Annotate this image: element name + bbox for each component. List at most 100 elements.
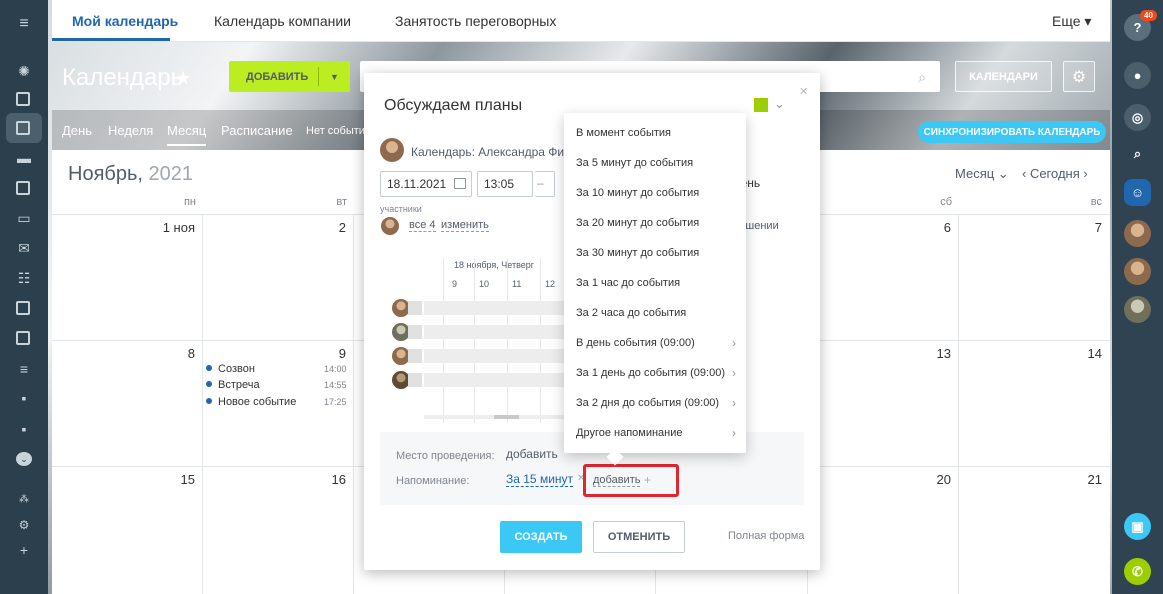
more-menu[interactable]: Еще ▾ bbox=[1052, 13, 1091, 30]
left-sidebar: ≡ ✺ ▬ ▭ ✉ ☷ ≡ ▪ ▪ ⌄ ⁂ ⚙ + bbox=[0, 0, 48, 594]
chevron-down-icon[interactable]: ⌄ bbox=[774, 96, 785, 112]
employees-icon[interactable]: ☷ bbox=[16, 271, 32, 285]
tab-company-calendar[interactable]: Календарь компании bbox=[214, 13, 351, 29]
groups-icon[interactable] bbox=[16, 301, 30, 315]
chevron-down-icon[interactable]: ⌄ bbox=[16, 452, 32, 466]
sitemap-icon[interactable]: ⁂ bbox=[16, 493, 32, 507]
box-icon[interactable]: ▪ bbox=[16, 391, 32, 405]
chevron-right-icon: › bbox=[732, 366, 736, 380]
time-field[interactable]: 13:05 bbox=[477, 171, 533, 197]
reminder-value[interactable]: За 15 минут bbox=[506, 472, 574, 487]
menu-item-reminder[interactable]: За 30 минут до события bbox=[576, 247, 736, 259]
calendar-name[interactable]: Календарь: Александра Фил bbox=[411, 145, 571, 159]
menu-item-reminder[interactable]: За 1 день до события (09:00) › bbox=[576, 366, 736, 380]
add-button-label: ДОБАВИТЬ bbox=[246, 70, 309, 83]
tab-meeting-rooms[interactable]: Занятость переговорных bbox=[395, 13, 556, 29]
menu-item-reminder[interactable]: В день события (09:00) › bbox=[576, 336, 736, 350]
day-number[interactable]: 20 bbox=[911, 472, 951, 487]
reminder-dropdown: В момент события За 5 минут до события З… bbox=[564, 113, 746, 466]
tab-schedule[interactable]: Расписание bbox=[221, 123, 293, 138]
day-number[interactable]: 2 bbox=[306, 220, 346, 235]
calendars-button[interactable]: КАЛЕНДАРИ bbox=[955, 61, 1052, 92]
menu-item-reminder[interactable]: За 10 минут до события bbox=[576, 187, 736, 199]
date-field[interactable]: 18.11.2021 bbox=[380, 171, 472, 197]
day-number[interactable]: 16 bbox=[306, 472, 346, 487]
planner-hour: 11 bbox=[512, 279, 522, 289]
active-tab-underline bbox=[52, 38, 170, 41]
full-form-link[interactable]: Полная форма bbox=[728, 530, 804, 542]
menu-item-reminder[interactable]: Другое напоминание › bbox=[576, 426, 736, 440]
day-number[interactable]: 6 bbox=[911, 220, 951, 235]
tab-week[interactable]: Неделя bbox=[108, 123, 153, 138]
calendar-event[interactable]: Встреча bbox=[206, 379, 260, 391]
event-title-input[interactable]: Обсуждаем планы bbox=[384, 97, 522, 115]
messages-icon[interactable]: ◎ bbox=[1124, 104, 1151, 131]
menu-item-reminder[interactable]: За 2 часа до события bbox=[576, 307, 736, 319]
change-participants-link[interactable]: изменить bbox=[441, 219, 489, 232]
filter-icon[interactable]: ≡ bbox=[16, 362, 32, 376]
day-number[interactable]: 21 bbox=[1062, 472, 1102, 487]
create-button[interactable]: СОЗДАТЬ bbox=[500, 521, 582, 553]
search-icon: ⌕ bbox=[918, 69, 926, 85]
tab-day[interactable]: День bbox=[62, 123, 92, 138]
day-number[interactable]: 7 bbox=[1062, 220, 1102, 235]
day-number[interactable]: 13 bbox=[911, 346, 951, 361]
calendar-event[interactable]: Новое событие bbox=[206, 396, 296, 408]
all-participants-link[interactable]: все 4 bbox=[409, 219, 436, 232]
gear-icon[interactable]: ⚙ bbox=[16, 518, 32, 532]
calendar-icon[interactable] bbox=[454, 178, 466, 189]
today-navigation[interactable]: ‹ Сегодня › bbox=[1022, 166, 1088, 181]
month-title: Ноябрь, 2021 bbox=[68, 163, 194, 185]
end-date-field[interactable] bbox=[535, 171, 555, 197]
day-number[interactable]: 15 bbox=[155, 472, 195, 487]
search-icon[interactable]: ⌕ bbox=[1124, 140, 1151, 167]
checklist-icon[interactable] bbox=[16, 331, 30, 345]
menu-item-reminder[interactable]: За 20 минут до события bbox=[576, 217, 736, 229]
menu-item-reminder[interactable]: За 5 минут до события bbox=[576, 157, 736, 169]
cube-icon[interactable]: ▪ bbox=[16, 422, 32, 436]
calendar-icon[interactable] bbox=[16, 121, 30, 135]
avatar[interactable] bbox=[1124, 296, 1151, 323]
planner-hour: 9 bbox=[452, 279, 458, 289]
planner-scrollbar[interactable] bbox=[424, 415, 584, 419]
view-select[interactable]: Месяц ⌄ bbox=[955, 166, 1009, 182]
day-number[interactable]: 1 ноя bbox=[155, 220, 195, 235]
menu-item-reminder[interactable]: В момент события bbox=[576, 127, 736, 139]
calendar-event[interactable]: Созвон bbox=[206, 363, 255, 375]
chevron-down-icon[interactable]: ▼ bbox=[319, 72, 350, 82]
avatar[interactable] bbox=[1124, 258, 1151, 285]
avatar[interactable] bbox=[1124, 220, 1151, 247]
settings-button[interactable]: ⚙ bbox=[1063, 61, 1095, 92]
tab-my-calendar[interactable]: Мой календарь bbox=[72, 13, 178, 29]
bell-icon[interactable]: ● bbox=[1124, 62, 1151, 89]
notification-badge: 40 bbox=[1140, 10, 1157, 21]
documents-icon[interactable] bbox=[16, 181, 30, 195]
star-icon[interactable]: ★ bbox=[175, 68, 191, 89]
plus-icon[interactable]: + bbox=[16, 543, 32, 557]
menu-item-reminder[interactable]: За 2 дня до события (09:00) › bbox=[576, 396, 736, 410]
drive-icon[interactable]: ▭ bbox=[16, 211, 32, 225]
sync-calendar-button[interactable]: СИНХРОНИЗИРОВАТЬ КАЛЕНДАРЬ bbox=[918, 121, 1106, 143]
chat-icon[interactable]: ▬ bbox=[16, 151, 32, 165]
mail-icon[interactable]: ✉ bbox=[16, 241, 32, 255]
day-number[interactable]: 9 bbox=[306, 346, 346, 361]
day-number[interactable]: 8 bbox=[155, 346, 195, 361]
tab-no-events[interactable]: Нет событи bbox=[306, 125, 365, 137]
weekday-label: пн bbox=[183, 196, 196, 208]
pulse-icon[interactable]: ✺ bbox=[16, 64, 32, 78]
color-swatch[interactable] bbox=[754, 98, 768, 112]
location-add-link[interactable]: добавить bbox=[506, 447, 558, 461]
menu-item-reminder[interactable]: За 1 час до события bbox=[576, 277, 736, 289]
day-number[interactable]: 14 bbox=[1062, 346, 1102, 361]
highlight-frame bbox=[583, 464, 679, 497]
weekday-label: вт bbox=[336, 196, 347, 208]
tasks-icon[interactable] bbox=[16, 92, 30, 106]
close-icon[interactable]: ✕ bbox=[799, 85, 808, 98]
open-channels-icon[interactable]: ☺ bbox=[1124, 179, 1151, 206]
cancel-button[interactable]: ОТМЕНИТЬ bbox=[593, 521, 685, 553]
add-button[interactable]: ДОБАВИТЬ ▼ bbox=[229, 61, 350, 92]
timeman-icon[interactable]: ▣ bbox=[1124, 513, 1151, 540]
phone-icon[interactable]: ✆ bbox=[1124, 558, 1151, 585]
tab-month[interactable]: Месяц bbox=[167, 123, 207, 146]
menu-icon[interactable]: ≡ bbox=[16, 16, 32, 32]
